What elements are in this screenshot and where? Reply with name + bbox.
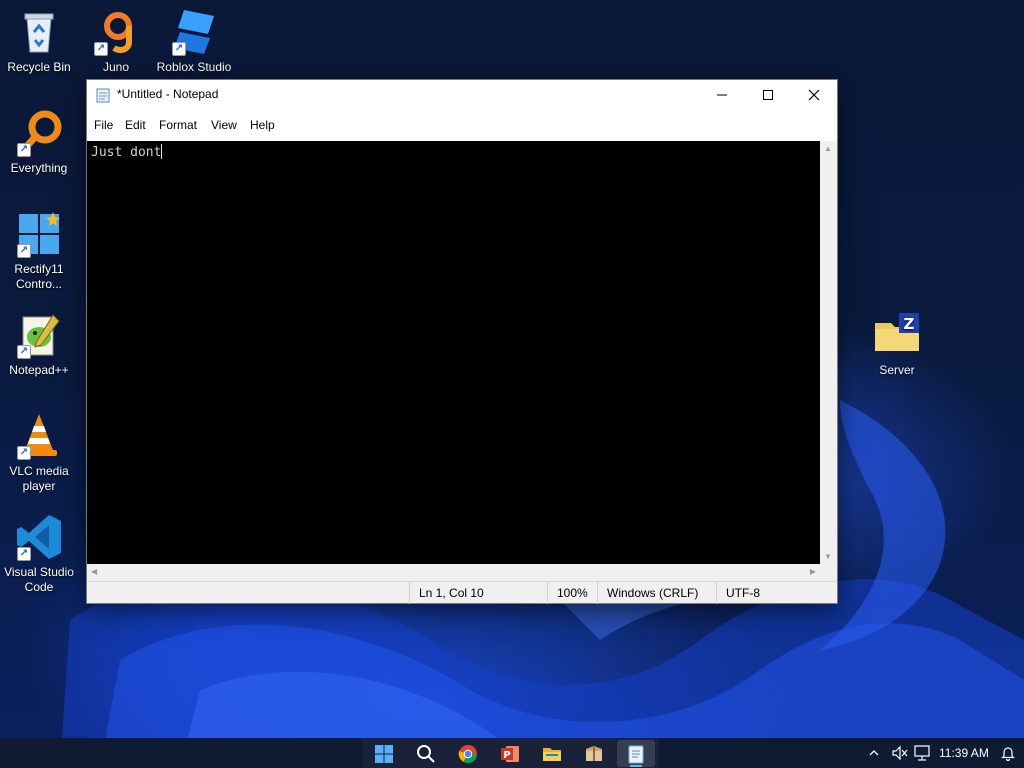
taskbar-apps: P bbox=[363, 738, 659, 768]
desktop-icon-label: Server bbox=[879, 363, 915, 377]
start-icon bbox=[375, 745, 393, 763]
close-icon bbox=[808, 89, 820, 101]
start-button[interactable] bbox=[365, 740, 403, 767]
text-editor[interactable]: Just dont bbox=[87, 141, 820, 564]
close-button[interactable] bbox=[791, 80, 837, 109]
menu-edit[interactable]: Edit bbox=[125, 118, 146, 132]
minimize-button[interactable] bbox=[699, 80, 745, 109]
status-line-ending: Windows (CRLF) bbox=[597, 582, 716, 604]
rectify11-control-icon: ↗ bbox=[15, 210, 63, 258]
maximize-icon bbox=[763, 90, 773, 100]
scroll-down-icon[interactable]: ▼ bbox=[824, 552, 832, 561]
notepadpp-icon: ↗ bbox=[15, 311, 63, 359]
desktop-icon-label: Visual Studio Code bbox=[4, 565, 74, 594]
menu-help[interactable]: Help bbox=[250, 118, 275, 132]
taskbar-powerpoint[interactable]: P bbox=[491, 740, 529, 767]
notepad-window[interactable]: *Untitled - Notepad File Edit Format Vie… bbox=[86, 79, 838, 604]
vscode-icon: ↗ bbox=[15, 513, 63, 561]
shortcut-arrow-icon: ↗ bbox=[17, 547, 31, 561]
active-app-indicator bbox=[630, 765, 642, 767]
status-zoom: 100% bbox=[547, 582, 597, 604]
editor-content: Just dont bbox=[91, 145, 162, 160]
juno-icon: ↗ bbox=[92, 8, 140, 56]
menu-format[interactable]: Format bbox=[159, 118, 197, 132]
maximize-button[interactable] bbox=[745, 80, 791, 109]
chevron-up-icon[interactable] bbox=[868, 747, 880, 759]
menu-bar: File Edit Format View Help bbox=[87, 111, 837, 141]
window-title: *Untitled - Notepad bbox=[117, 87, 219, 101]
taskbar-chrome[interactable] bbox=[449, 740, 487, 767]
desktop-icon-label: Juno bbox=[102, 60, 130, 74]
desktop-icon-everything[interactable]: ↗ Everything bbox=[0, 109, 78, 176]
desktop-icon-server[interactable]: Z Server bbox=[858, 311, 936, 378]
menu-file[interactable]: File bbox=[94, 118, 113, 132]
shortcut-arrow-icon: ↗ bbox=[17, 143, 31, 157]
search-icon bbox=[417, 745, 435, 763]
taskbar-notepad[interactable] bbox=[617, 740, 655, 767]
network-icon[interactable] bbox=[913, 744, 931, 762]
desktop-icon-label: Notepad++ bbox=[9, 363, 69, 377]
scroll-right-icon[interactable]: ▶ bbox=[810, 567, 816, 576]
shortcut-arrow-icon: ↗ bbox=[17, 244, 31, 258]
taskbar-archive[interactable] bbox=[575, 740, 613, 767]
powerpoint-icon: P bbox=[501, 746, 519, 762]
desktop-icon-roblox-studio[interactable]: ↗ Roblox Studio bbox=[155, 8, 233, 75]
menu-view[interactable]: View bbox=[211, 118, 237, 132]
horizontal-scrollbar[interactable]: ◀ ▶ bbox=[87, 564, 820, 581]
roblox-studio-icon: ↗ bbox=[170, 8, 218, 56]
vertical-scrollbar[interactable]: ▲ ▼ bbox=[820, 141, 837, 564]
everything-search-icon: ↗ bbox=[15, 109, 63, 157]
volume-muted-icon[interactable] bbox=[891, 745, 909, 761]
clock-time[interactable]: 11:39 AM bbox=[939, 746, 989, 760]
status-encoding: UTF-8 bbox=[716, 582, 837, 604]
archive-icon bbox=[586, 746, 602, 761]
status-cursor-position: Ln 1, Col 10 bbox=[409, 582, 560, 604]
desktop-icon-juno[interactable]: ↗ Juno bbox=[77, 8, 155, 75]
text-caret bbox=[161, 144, 163, 159]
system-tray: 11:39 AM bbox=[860, 738, 1024, 768]
taskbar: P 11:39 AM bbox=[0, 738, 1024, 768]
desktop-icon-vscode[interactable]: ↗ Visual Studio Code bbox=[0, 513, 78, 595]
recycle-bin-icon bbox=[15, 8, 63, 56]
taskbar-file-explorer[interactable] bbox=[533, 740, 571, 767]
scroll-up-icon[interactable]: ▲ bbox=[824, 144, 832, 153]
desktop-icon-label: Roblox Studio bbox=[156, 60, 232, 74]
svg-text:Z: Z bbox=[904, 315, 915, 333]
desktop-icon-label: Rectify11 Contro... bbox=[14, 262, 64, 291]
desktop-icon-rectify11[interactable]: ↗ Rectify11 Contro... bbox=[0, 210, 78, 292]
minimize-icon bbox=[717, 94, 727, 96]
svg-text:P: P bbox=[503, 750, 510, 761]
desktop-icon-label: Everything bbox=[10, 161, 68, 175]
vlc-icon: ↗ bbox=[15, 412, 63, 460]
shortcut-arrow-icon: ↗ bbox=[172, 42, 186, 56]
search-button[interactable] bbox=[407, 740, 445, 767]
scroll-left-icon[interactable]: ◀ bbox=[91, 567, 97, 576]
notification-bell-icon[interactable] bbox=[1000, 745, 1016, 761]
desktop-icon-vlc[interactable]: ↗ VLC media player bbox=[0, 412, 78, 494]
desktop-icon-label: VLC media player bbox=[9, 464, 69, 493]
desktop-icon-label: Recycle Bin bbox=[7, 60, 71, 74]
status-bar: Ln 1, Col 10 100% Windows (CRLF) UTF-8 bbox=[87, 581, 837, 604]
resize-grip[interactable] bbox=[820, 564, 837, 581]
desktop-icon-recycle-bin[interactable]: Recycle Bin bbox=[0, 8, 78, 75]
shortcut-arrow-icon: ↗ bbox=[17, 446, 31, 460]
notepad-icon bbox=[628, 745, 644, 764]
notepad-app-icon bbox=[96, 87, 110, 103]
file-explorer-icon bbox=[543, 748, 561, 761]
shortcut-arrow-icon: ↗ bbox=[94, 42, 108, 56]
title-bar[interactable]: *Untitled - Notepad bbox=[87, 80, 837, 109]
zipped-folder-icon: Z bbox=[873, 311, 921, 359]
desktop-icon-notepadpp[interactable]: ↗ Notepad++ bbox=[0, 311, 78, 378]
chrome-icon bbox=[458, 745, 477, 764]
shortcut-arrow-icon: ↗ bbox=[17, 345, 31, 359]
